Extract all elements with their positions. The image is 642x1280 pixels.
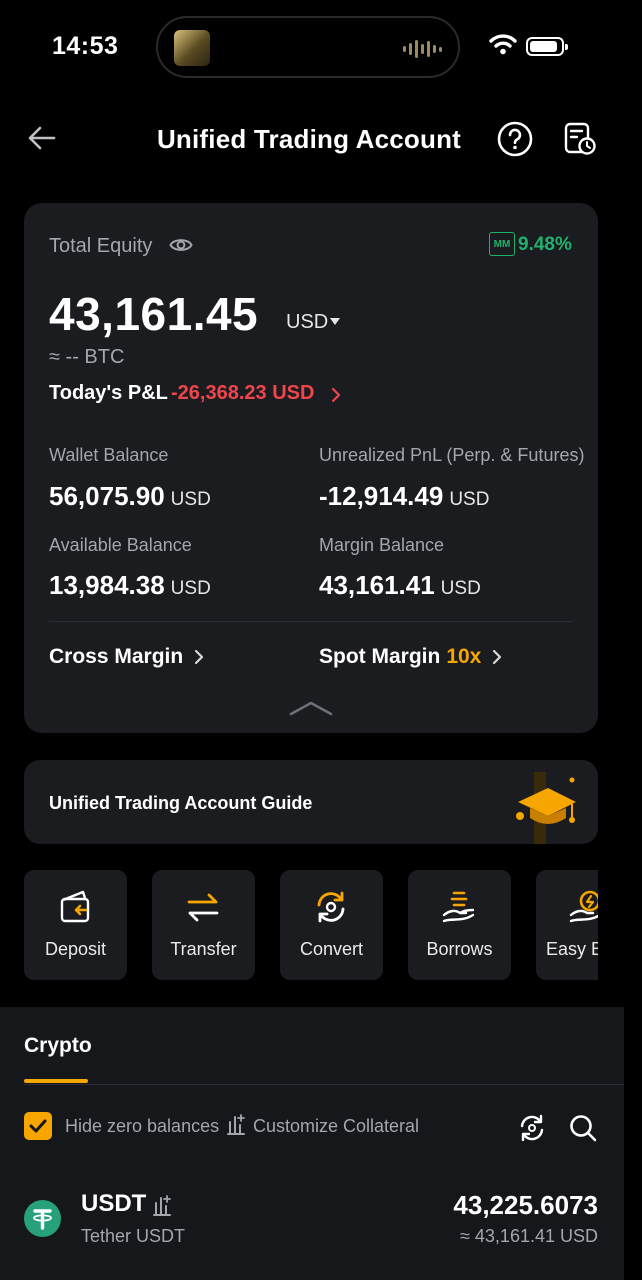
asset-name: Tether USDT (81, 1226, 186, 1246)
dynamic-island[interactable] (156, 16, 460, 78)
total-equity-label: Total Equity (49, 235, 153, 257)
spot-margin-button[interactable]: Spot Margin 10x (319, 645, 503, 669)
search-icon[interactable] (568, 1113, 598, 1143)
divider (24, 1084, 624, 1085)
wallet-balance-value: 56,075.90 USD (49, 481, 211, 511)
asset-amount: 43,225.6073 (453, 1190, 598, 1220)
checkmark-icon (29, 1119, 47, 1133)
customize-collateral-link[interactable]: Customize Collateral (253, 1116, 419, 1137)
convert-button[interactable]: Convert (280, 870, 383, 980)
page-title: Unified Trading Account (156, 124, 462, 154)
easy-earn-label: Easy Earn (545, 939, 598, 959)
equity-card: Total Equity MM 9.48% 43,161.45 USD ≈ --… (24, 203, 598, 733)
status-time: 14:53 (52, 32, 119, 60)
spot-leverage: 10x (446, 645, 482, 668)
guide-title: Unified Trading Account Guide (49, 793, 313, 813)
order-history-icon[interactable] (563, 121, 597, 157)
help-icon[interactable] (497, 121, 533, 157)
collateral-icon[interactable] (226, 1113, 246, 1135)
caret-down-icon[interactable] (330, 318, 340, 325)
cross-margin-button[interactable]: Cross Margin (49, 645, 205, 669)
transfer-label: Transfer (170, 939, 237, 959)
spot-margin-label: Spot Margin (319, 645, 441, 668)
todays-pnl-label[interactable]: Today's P&L (49, 382, 168, 405)
borrows-label: Borrows (426, 939, 493, 959)
eye-icon[interactable] (169, 235, 193, 255)
asset-symbol: USDT (81, 1190, 147, 1217)
easy-earn-button[interactable]: Easy Earn (536, 870, 598, 980)
mm-ratio[interactable]: 9.48% (518, 234, 572, 256)
hide-zero-checkbox[interactable] (24, 1112, 52, 1140)
now-playing-artwork (174, 30, 210, 66)
tether-logo-icon (24, 1200, 61, 1237)
unrealized-pnl-value: -12,914.49 USD (319, 481, 490, 511)
mm-badge: MM (489, 232, 515, 256)
deposit-icon (60, 890, 90, 923)
cross-margin-label: Cross Margin (49, 645, 184, 668)
chevron-right-icon (493, 649, 502, 665)
active-tab-indicator (24, 1079, 88, 1083)
quick-actions: Deposit Transfer Convert Borrows Easy E (24, 870, 598, 982)
asset-row-usdt[interactable]: USDT Tether USDT 43,225.6073 ≈ 43,161.41… (0, 1185, 624, 1255)
asset-usd-value: ≈ 43,161.41 USD (460, 1226, 598, 1246)
wallet-balance-label: Wallet Balance (49, 445, 169, 465)
todays-pnl-value[interactable]: -26,368.23 USD (171, 382, 314, 405)
deposit-button[interactable]: Deposit (24, 870, 127, 980)
transfer-icon (187, 893, 219, 922)
available-balance-label: Available Balance (49, 535, 192, 555)
btc-equivalent: ≈ -- BTC (49, 346, 125, 368)
unrealized-pnl-label: Unrealized PnL (Perp. & Futures) (319, 445, 585, 465)
graduation-cap-icon (516, 772, 576, 844)
chevron-up-icon[interactable] (289, 698, 333, 718)
collateral-icon (153, 1195, 171, 1216)
borrows-icon (442, 891, 475, 923)
convert-icon (317, 891, 345, 923)
margin-balance-value: 43,161.41 USD (319, 570, 481, 600)
convert-label: Convert (299, 939, 364, 959)
deposit-label: Deposit (44, 939, 107, 959)
borrows-button[interactable]: Borrows (408, 870, 511, 980)
tab-crypto[interactable]: Crypto (24, 1034, 92, 1058)
chevron-right-icon[interactable] (330, 386, 342, 404)
earn-icon (569, 890, 598, 923)
uta-guide-banner[interactable]: Unified Trading Account Guide (24, 760, 598, 844)
hide-zero-label[interactable]: Hide zero balances (65, 1116, 219, 1137)
currency-selector[interactable]: USD (286, 311, 328, 334)
margin-balance-label: Margin Balance (319, 535, 445, 555)
divider (49, 621, 573, 622)
assets-panel: Crypto Hide zero balances Customize Coll… (0, 1007, 624, 1280)
transfer-button[interactable]: Transfer (152, 870, 255, 980)
tether-symbol-icon (33, 1209, 52, 1230)
audio-wave-icon (403, 39, 442, 59)
available-balance-value: 13,984.38 USD (49, 570, 211, 600)
battery-icon (526, 37, 568, 56)
chevron-right-icon (195, 649, 204, 665)
wifi-icon (489, 34, 517, 55)
total-equity-value: 43,161.45 (49, 288, 259, 340)
convert-small-balances-icon[interactable] (517, 1113, 547, 1143)
